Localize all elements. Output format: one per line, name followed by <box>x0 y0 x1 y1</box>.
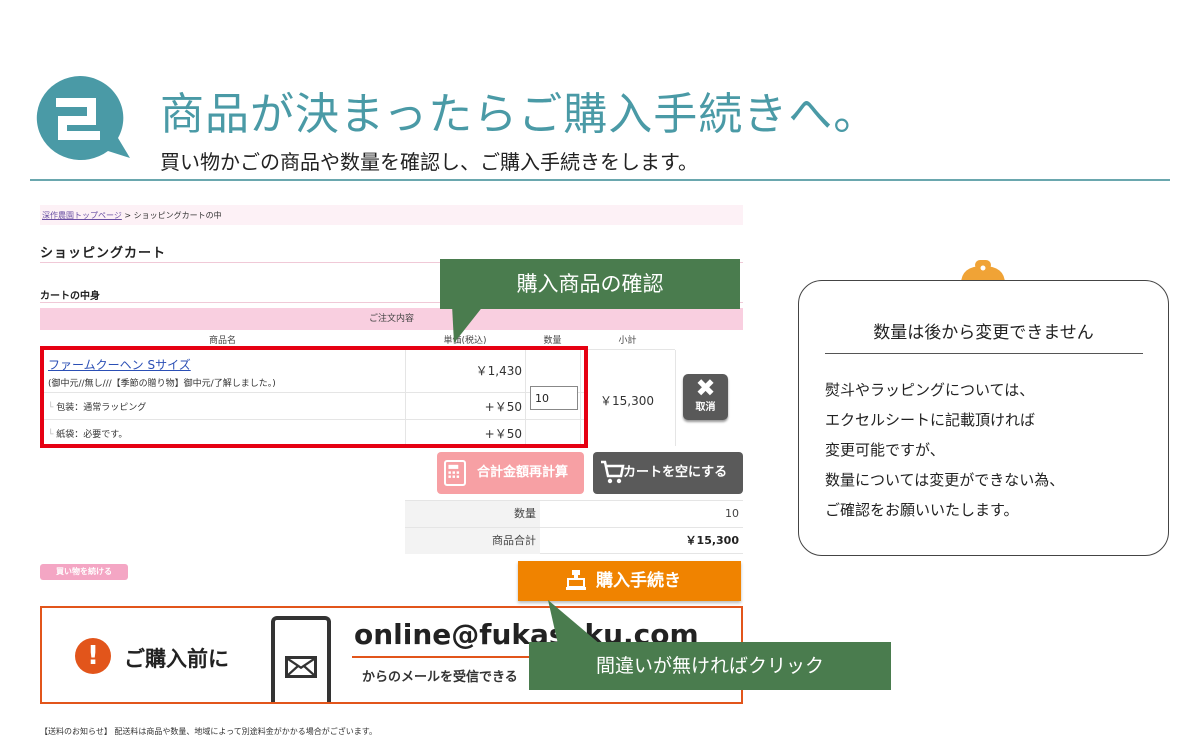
notice-title: ご購入前に <box>124 647 229 671</box>
note-line: ご確認をお願いいたします。 <box>825 501 1019 519</box>
shipping-footnote: 【送料のお知らせ】 配送料は商品や数量、地域によって別途料金がかかる場合がござい… <box>40 727 377 736</box>
cart-section-title: カートの中身 <box>40 291 100 302</box>
note-body: 熨斗やラッピングについては、 エクセルシートに記載頂ければ 変更可能ですが、 数… <box>825 375 1064 525</box>
empty-cart-button[interactable]: カートを空にする <box>593 452 743 494</box>
step-2-badge-icon <box>36 76 130 160</box>
empty-cart-label: カートを空にする <box>623 465 728 480</box>
confirm-items-callout: 購入商品の確認 <box>440 259 740 309</box>
note-line: エクセルシートに記載頂ければ <box>825 411 1036 429</box>
note-card: 数量は後から変更できません 熨斗やラッピングについては、 エクセルシートに記載頂… <box>798 280 1169 556</box>
header-divider <box>30 179 1170 181</box>
callout-pointer <box>548 600 600 644</box>
click-if-correct-callout: 間違いが無ければクリック <box>529 642 891 690</box>
summary-qty-value: 10 <box>725 507 739 520</box>
cart-page-title: ショッピングカート <box>40 246 167 261</box>
cancel-item-button[interactable]: ✖ 取消 <box>683 374 728 420</box>
highlight-box <box>40 346 588 448</box>
breadcrumb-home-link[interactable]: 深作農園トップページ <box>42 211 122 220</box>
callout-pointer <box>452 305 484 343</box>
breadcrumb-separator: > <box>121 211 134 220</box>
exclamation-icon: ! <box>75 638 111 674</box>
breadcrumb: 深作農園トップページ > ショッピングカートの中 <box>40 205 743 225</box>
envelope-icon <box>285 656 317 678</box>
calculator-icon <box>444 460 466 486</box>
breadcrumb-current: ショッピングカートの中 <box>133 211 222 220</box>
summary-total-value: ￥15,300 <box>685 534 739 547</box>
recalculate-label: 合計金額再計算 <box>477 465 569 480</box>
checkout-label: 購入手続き <box>596 571 681 591</box>
note-divider <box>825 353 1143 354</box>
smartphone-icon <box>271 616 331 702</box>
notice-subtext: からのメールを受信できる <box>362 670 518 685</box>
step-title: 商品が決まったらご購入手続きへ。 <box>160 89 879 140</box>
continue-shopping-button[interactable]: 買い物を続ける <box>40 564 128 580</box>
recalculate-button[interactable]: 合計金額再計算 <box>437 452 584 494</box>
cash-register-icon <box>566 570 586 590</box>
summary-row-quantity: 数量 10 <box>405 500 743 527</box>
column-header-subtotal: 小計 <box>580 332 675 350</box>
cart-summary: 数量 10 商品合計 ￥15,300 <box>405 500 743 554</box>
summary-row-total: 商品合計 ￥15,300 <box>405 527 743 554</box>
close-icon: ✖ <box>695 374 716 402</box>
checkout-button[interactable]: 購入手続き <box>518 561 741 601</box>
shopping-cart-icon <box>601 460 625 484</box>
note-line: 熨斗やラッピングについては、 <box>825 381 1035 399</box>
step-subtitle: 買い物かごの商品や数量を確認し、ご購入手続きをします。 <box>160 150 698 174</box>
cancel-label: 取消 <box>695 402 716 413</box>
column-divider <box>675 350 676 446</box>
note-title: 数量は後から変更できません <box>873 323 1094 343</box>
note-line: 変更可能ですが、 <box>825 441 945 459</box>
note-line: 数量については変更ができない為、 <box>825 471 1065 489</box>
item-subtotal: ￥15,300 <box>600 394 654 408</box>
summary-total-label: 商品合計 <box>405 528 540 554</box>
order-header: ご注文内容 <box>40 308 743 330</box>
summary-qty-label: 数量 <box>405 501 540 527</box>
